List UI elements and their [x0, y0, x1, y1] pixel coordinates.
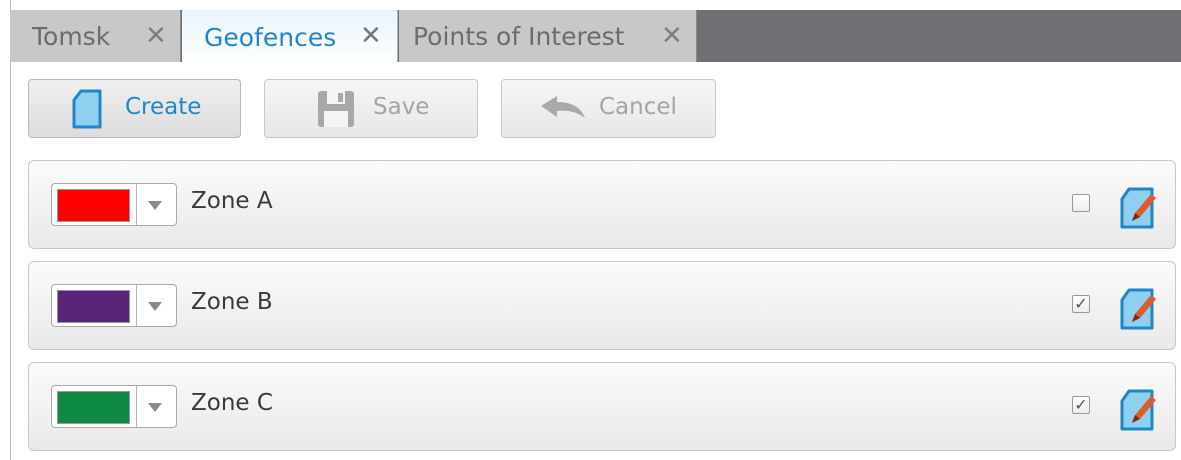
zone-name: Zone A	[191, 188, 273, 214]
zone-name: Zone C	[191, 390, 273, 416]
floppy-disk-icon	[316, 89, 356, 129]
create-button[interactable]: Create	[28, 79, 241, 138]
edit-icon[interactable]	[1118, 388, 1160, 432]
tab-bar: Tomsk ✕ Geofences ✕ Points of Interest ✕	[10, 10, 1181, 64]
tab-label: Tomsk	[32, 21, 111, 51]
close-icon[interactable]: ✕	[145, 10, 167, 62]
tab-tomsk[interactable]: Tomsk ✕	[10, 10, 181, 62]
cancel-button[interactable]: Cancel	[501, 79, 716, 138]
color-swatch	[57, 391, 130, 424]
color-picker[interactable]	[51, 183, 177, 226]
create-label: Create	[125, 94, 202, 120]
close-icon[interactable]: ✕	[360, 10, 382, 62]
save-label: Save	[373, 94, 430, 120]
picker-divider	[136, 386, 137, 427]
save-button[interactable]: Save	[264, 79, 478, 138]
picker-divider	[136, 184, 137, 225]
geofences-panel: Create Save Cancel Zone A Zone B ✓ Zone …	[11, 62, 1181, 460]
tab-label: Points of Interest	[413, 21, 625, 51]
chevron-down-icon[interactable]	[148, 201, 162, 210]
visibility-checkbox[interactable]: ✓	[1072, 295, 1090, 313]
color-picker[interactable]	[51, 385, 177, 428]
visibility-checkbox[interactable]: ✓	[1072, 396, 1090, 414]
visibility-checkbox[interactable]	[1072, 194, 1090, 212]
zone-row: Zone A	[28, 160, 1176, 249]
color-swatch	[57, 189, 130, 222]
edit-icon[interactable]	[1118, 287, 1160, 331]
zone-row: Zone B ✓	[28, 261, 1176, 350]
tab-geofences[interactable]: Geofences ✕	[182, 10, 398, 64]
edit-icon[interactable]	[1118, 186, 1160, 230]
chevron-down-icon[interactable]	[148, 302, 162, 311]
color-picker[interactable]	[51, 284, 177, 327]
zone-name: Zone B	[191, 289, 273, 315]
undo-arrow-icon	[539, 94, 587, 122]
picker-divider	[136, 285, 137, 326]
tab-label: Geofences	[204, 22, 337, 52]
chevron-down-icon[interactable]	[148, 403, 162, 412]
close-icon[interactable]: ✕	[661, 10, 683, 62]
color-swatch	[57, 290, 130, 323]
create-icon	[71, 89, 103, 129]
zone-row: Zone C ✓	[28, 362, 1176, 451]
cancel-label: Cancel	[599, 94, 677, 120]
geofences-app: Tomsk ✕ Geofences ✕ Points of Interest ✕…	[0, 0, 1181, 460]
tab-points-of-interest[interactable]: Points of Interest ✕	[399, 10, 697, 62]
left-frame-border	[0, 0, 11, 460]
